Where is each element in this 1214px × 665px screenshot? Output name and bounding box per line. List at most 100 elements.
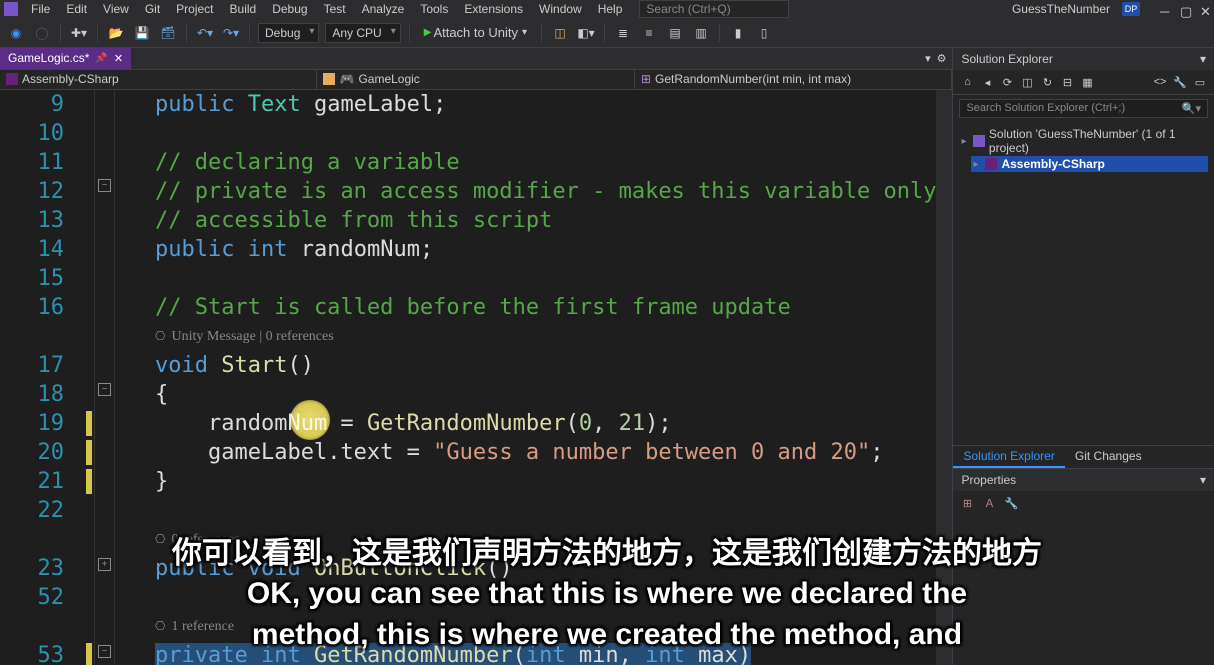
nav-forward-icon[interactable]: ◯ xyxy=(32,23,52,43)
save-icon[interactable]: 💾 xyxy=(132,23,152,43)
sol-refresh-icon[interactable]: ↻ xyxy=(1039,74,1055,90)
sol-showall-icon[interactable]: ▦ xyxy=(1079,74,1095,90)
menu-tools[interactable]: Tools xyxy=(413,1,455,17)
menu-help[interactable]: Help xyxy=(591,1,630,17)
menu-build[interactable]: Build xyxy=(223,1,264,17)
solution-search[interactable]: Search Solution Explorer (Ctrl+;)🔍▾ xyxy=(959,99,1208,118)
collapse-icon[interactable]: − xyxy=(98,383,111,396)
sol-home-icon[interactable]: ⌂ xyxy=(959,74,975,90)
menu-edit[interactable]: Edit xyxy=(59,1,94,17)
code-line[interactable] xyxy=(155,496,936,525)
nav-back-icon[interactable]: ◉ xyxy=(6,23,26,43)
line-number xyxy=(0,322,94,351)
tool-icon-4[interactable]: ≡ xyxy=(639,23,659,43)
codelens[interactable]: ⎔ 1 reference xyxy=(155,612,936,641)
tab-solution-explorer[interactable]: Solution Explorer xyxy=(953,446,1064,468)
line-number: 15 xyxy=(0,264,94,293)
project-node[interactable]: Assembly-CSharp xyxy=(971,156,1208,172)
props-wrench-icon[interactable]: 🔧 xyxy=(1003,495,1019,511)
tool-icon-6[interactable]: ▥ xyxy=(691,23,711,43)
code-line[interactable]: // private is an access modifier - makes… xyxy=(155,177,936,206)
code-line[interactable]: { xyxy=(155,380,936,409)
editor-tabstrip: GameLogic.cs* 📌 ✕ ▾ ⚙ xyxy=(0,48,952,70)
open-icon[interactable]: 📂 xyxy=(106,23,126,43)
code-line[interactable]: void Start() xyxy=(155,351,936,380)
tool-icon-8[interactable]: ▯ xyxy=(754,23,774,43)
menu-test[interactable]: Test xyxy=(317,1,353,17)
save-all-icon[interactable]: 🗃 xyxy=(158,23,178,43)
nav-member[interactable]: ⊞ GetRandomNumber(int min, int max) xyxy=(635,70,952,90)
code-line[interactable] xyxy=(155,119,936,148)
menu-window[interactable]: Window xyxy=(532,1,589,17)
code-area[interactable]: 91011121314151617181920212223525354 − − … xyxy=(0,90,952,665)
code-line[interactable]: // accessible from this script xyxy=(155,206,936,235)
code-line[interactable]: public Text gameLabel; xyxy=(155,90,936,119)
platform-combo[interactable]: Any CPU xyxy=(325,23,400,43)
code-line[interactable] xyxy=(155,264,936,293)
code-line[interactable]: randomNum = GetRandomNumber(0, 21); xyxy=(155,409,936,438)
menu-extensions[interactable]: Extensions xyxy=(457,1,530,17)
code-line[interactable]: public int randomNum; xyxy=(155,235,936,264)
tab-close-icon[interactable]: ✕ xyxy=(114,52,123,65)
collapse-icon[interactable]: − xyxy=(98,645,111,658)
sol-collapse-icon[interactable]: ⊟ xyxy=(1059,74,1075,90)
menu-project[interactable]: Project xyxy=(169,1,220,17)
line-number-gutter: 91011121314151617181920212223525354 xyxy=(0,90,95,665)
menu-file[interactable]: File xyxy=(24,1,57,17)
code-line[interactable]: // declaring a variable xyxy=(155,148,936,177)
code-line[interactable]: } xyxy=(155,467,936,496)
props-az-icon[interactable]: Ａ xyxy=(981,495,997,511)
codelens[interactable]: ⎔ 0 references xyxy=(155,525,936,554)
attach-unity-button[interactable]: ▶Attach to Unity▾ xyxy=(418,23,533,42)
tool-icon-2[interactable]: ◧▾ xyxy=(576,23,596,43)
code-line[interactable]: public void OnButtonClick() xyxy=(155,554,936,583)
tool-icon-1[interactable]: ◫ xyxy=(550,23,570,43)
sol-view-icon[interactable]: ◫ xyxy=(1019,74,1035,90)
configuration-combo[interactable]: Debug xyxy=(258,23,319,43)
solution-node[interactable]: Solution 'GuessTheNumber' (1 of 1 projec… xyxy=(959,126,1208,156)
minimize-icon[interactable]: ─ xyxy=(1160,4,1170,14)
codelens[interactable]: ⎔ Unity Message | 0 references xyxy=(155,322,936,351)
solution-explorer-panel: Solution Explorer▾ ⌂ ◂ ⟳ ◫ ↻ ⊟ ▦ <> 🔧 ▭ … xyxy=(952,48,1214,665)
code-line[interactable]: private int GetRandomNumber(int min, int… xyxy=(155,641,936,665)
line-number: 20 xyxy=(0,438,94,467)
props-cat-icon[interactable]: ⊞ xyxy=(959,495,975,511)
sol-code-icon[interactable]: <> xyxy=(1152,74,1168,90)
tab-git-changes[interactable]: Git Changes xyxy=(1065,446,1152,468)
code-content[interactable]: public Text gameLabel; // declaring a var… xyxy=(115,90,936,665)
tabstrip-dropdown-icon[interactable]: ▾ xyxy=(925,52,931,65)
nav-assembly[interactable]: Assembly-CSharp xyxy=(0,70,317,90)
tool-icon-7[interactable]: ▮ xyxy=(728,23,748,43)
global-search[interactable]: Search (Ctrl+Q) xyxy=(639,0,789,18)
code-line[interactable] xyxy=(155,583,936,612)
expand-icon[interactable]: + xyxy=(98,558,111,571)
maximize-icon[interactable]: ▢ xyxy=(1180,4,1190,14)
new-item-icon[interactable]: ✚▾ xyxy=(69,23,89,43)
menu-git[interactable]: Git xyxy=(138,1,167,17)
line-number: 17 xyxy=(0,351,94,380)
close-icon[interactable]: ✕ xyxy=(1200,4,1210,14)
sol-sync-icon[interactable]: ⟳ xyxy=(999,74,1015,90)
main-toolbar: ◉ ◯ ✚▾ 📂 💾 🗃 ↶▾ ↷▾ Debug Any CPU ▶Attach… xyxy=(0,18,1214,48)
tab-gamelogic[interactable]: GameLogic.cs* 📌 ✕ xyxy=(0,48,131,69)
menu-analyze[interactable]: Analyze xyxy=(355,1,412,17)
tabstrip-gear-icon[interactable]: ⚙ xyxy=(937,52,947,65)
sol-back-icon[interactable]: ◂ xyxy=(979,74,995,90)
tool-icon-5[interactable]: ▤ xyxy=(665,23,685,43)
menu-view[interactable]: View xyxy=(96,1,136,17)
code-line[interactable]: gameLabel.text = "Guess a number between… xyxy=(155,438,936,467)
nav-class[interactable]: 🎮 GameLogic xyxy=(317,70,634,90)
tool-icon-3[interactable]: ≣ xyxy=(613,23,633,43)
user-avatar[interactable]: DP xyxy=(1122,2,1140,16)
pin-icon[interactable]: 📌 xyxy=(95,53,107,64)
nav-member-label: GetRandomNumber(int min, int max) xyxy=(655,72,851,86)
line-number: 11 xyxy=(0,148,94,177)
collapse-icon[interactable]: − xyxy=(98,179,111,192)
menu-debug[interactable]: Debug xyxy=(265,1,314,17)
redo-icon[interactable]: ↷▾ xyxy=(221,23,241,43)
sol-more-icon[interactable]: ▭ xyxy=(1192,74,1208,90)
undo-icon[interactable]: ↶▾ xyxy=(195,23,215,43)
code-line[interactable]: // Start is called before the first fram… xyxy=(155,293,936,322)
solution-bottom-tabs: Solution Explorer Git Changes xyxy=(953,445,1214,468)
sol-props-icon[interactable]: 🔧 xyxy=(1172,74,1188,90)
